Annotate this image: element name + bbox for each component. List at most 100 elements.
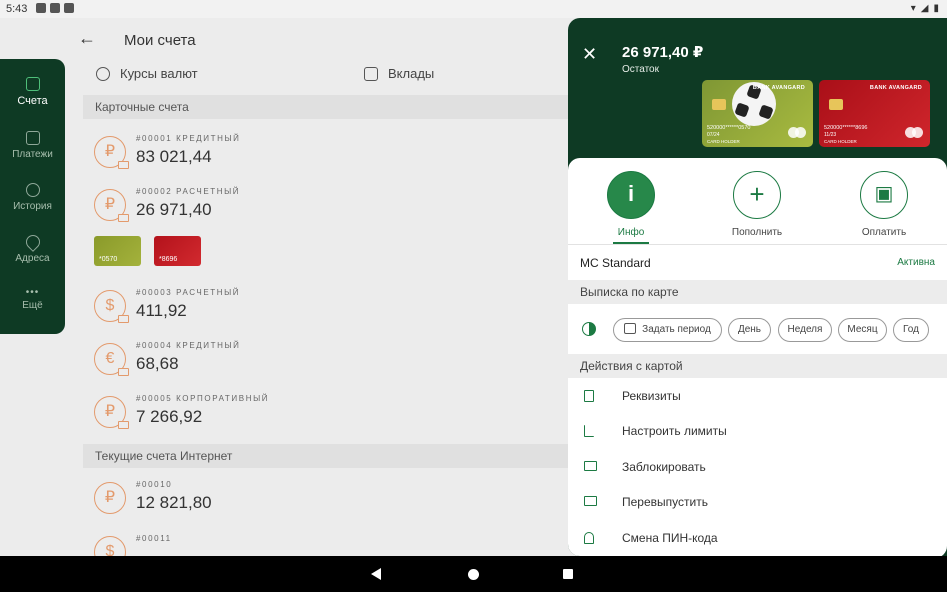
account-amount: 83 021,44 <box>136 147 212 166</box>
wifi-icon: ▾ <box>910 3 916 14</box>
account-item[interactable]: € #00004 КРЕДИТНЫЙ 68,68 <box>94 339 574 389</box>
filter-month-button[interactable]: Месяц <box>838 318 887 342</box>
status-time: 5:43 <box>6 3 28 15</box>
card-expiry: 07/24 <box>707 132 720 138</box>
status-bar: 5:43 ▾ ◢ ▮ <box>0 0 947 18</box>
account-amount: 12 821,80 <box>136 493 212 512</box>
sidebar-item-accounts[interactable]: Счета <box>0 77 65 107</box>
account-item[interactable]: $ #00011 <box>94 532 574 556</box>
account-number: #00003 РАСЧЕТНЫЙ <box>136 288 241 297</box>
section-header-card-accounts: Карточные счета <box>83 95 583 119</box>
card-action-details[interactable]: Реквизиты <box>568 379 947 414</box>
pie-chart-icon[interactable] <box>582 322 596 336</box>
sidebar-item-payments[interactable]: Платежи <box>0 131 65 160</box>
filter-year-button[interactable]: Год <box>893 318 929 342</box>
sidebar-item-label: Счета <box>17 95 48 107</box>
mini-card[interactable]: *0570 <box>94 236 141 266</box>
filter-week-button[interactable]: Неделя <box>778 318 832 342</box>
sidebar-item-addresses[interactable]: Адреса <box>0 232 65 264</box>
nav-home-icon[interactable] <box>468 569 479 580</box>
wallet-icon <box>25 131 40 145</box>
bank-card[interactable]: BANK AVANGARD 520000******0570 07/24 CAR… <box>702 80 813 147</box>
dollar-account-icon: $ <box>94 536 126 556</box>
divider <box>568 244 947 245</box>
nav-label: Курсы валют <box>120 66 198 81</box>
account-amount: 7 266,92 <box>136 407 203 426</box>
filter-day-button[interactable]: День <box>728 318 771 342</box>
card-action-label: Смена ПИН-кода <box>622 531 718 545</box>
card-number: 520000******8696 <box>824 125 868 131</box>
card-reissue-icon <box>584 496 597 506</box>
account-number: #00010 <box>136 480 173 489</box>
account-number: #00005 КОРПОРАТИВНЫЙ <box>136 394 270 403</box>
ruble-account-icon: ₽ <box>94 396 129 429</box>
account-item[interactable]: ₽ #00001 КРЕДИТНЫЙ 83 021,44 <box>94 132 574 182</box>
account-number: #00002 РАСЧЕТНЫЙ <box>136 187 241 196</box>
action-label: Оплатить <box>861 227 907 238</box>
sidebar-item-label: Ещё <box>22 300 43 311</box>
limit-icon <box>584 425 594 437</box>
nav-deposits[interactable]: Вклады <box>364 66 434 81</box>
account-item[interactable]: ₽ #00010 12 821,80 <box>94 478 574 528</box>
card-action-label: Заблокировать <box>622 460 706 474</box>
nav-back-icon[interactable] <box>371 568 381 580</box>
dollar-account-icon: $ <box>94 290 129 323</box>
euro-account-icon: € <box>94 343 129 376</box>
nav-currency-rates[interactable]: Курсы валют <box>96 66 198 81</box>
card-action-limits[interactable]: Настроить лимиты <box>568 414 947 449</box>
card-chip-icon <box>712 99 726 110</box>
account-item[interactable]: $ #00003 РАСЧЕТНЫЙ 411,92 <box>94 286 574 336</box>
card-detail-panel: ✕ 26 971,40 ₽ Остаток BANK AVANGARD 5200… <box>568 18 947 556</box>
card-action-label: Настроить лимиты <box>622 424 727 438</box>
arrow-left-icon[interactable]: ← <box>78 28 96 49</box>
action-top-up[interactable]: + Пополнить <box>717 171 797 238</box>
ruble-account-icon: ₽ <box>94 136 129 169</box>
info-icon: i <box>607 171 655 219</box>
battery-icon: ▮ <box>933 3 939 14</box>
account-number: #00004 КРЕДИТНЫЙ <box>136 341 241 350</box>
card-lock-icon <box>584 461 597 471</box>
account-item[interactable]: ₽ #00005 КОРПОРАТИВНЫЙ 7 266,92 <box>94 392 574 442</box>
card-bank-name: BANK AVANGARD <box>869 85 922 91</box>
card-action-change-pin[interactable]: Смена ПИН-кода <box>568 521 947 556</box>
plus-icon: + <box>733 171 781 219</box>
lock-icon <box>584 532 594 544</box>
action-pay[interactable]: ▣ Оплатить <box>844 171 924 238</box>
section-header-internet-accounts: Текущие счета Интернет <box>83 444 583 468</box>
account-item[interactable]: ₽ #00002 РАСЧЕТНЫЙ 26 971,40 <box>94 185 574 235</box>
mastercard-logo <box>788 127 806 138</box>
card-expiry: 11/23 <box>824 132 837 138</box>
sidebar-item-more[interactable]: ••• Ещё <box>0 287 65 311</box>
card-product-name: MC Standard <box>580 256 651 270</box>
status-notification-icons <box>36 3 74 13</box>
account-amount: 411,92 <box>136 301 187 320</box>
account-number: #00001 КРЕДИТНЫЙ <box>136 134 241 143</box>
card-number: 520000******0570 <box>707 125 751 131</box>
nav-recents-icon[interactable] <box>563 569 573 579</box>
card-action-block[interactable]: Заблокировать <box>568 450 947 485</box>
action-info[interactable]: i Инфо <box>591 171 671 238</box>
card-action-reissue[interactable]: Перевыпустить <box>568 485 947 520</box>
card-action-label: Реквизиты <box>622 389 681 403</box>
account-amount: 26 971,40 <box>136 200 212 219</box>
sidebar-item-label: Платежи <box>12 149 53 160</box>
sidebar: Счета Платежи История Адреса ••• Ещё <box>0 59 65 334</box>
notification-icon <box>64 3 74 13</box>
close-icon[interactable]: ✕ <box>582 44 597 65</box>
section-header-card-actions: Действия с картой <box>568 354 947 378</box>
sidebar-item-history[interactable]: История <box>0 183 65 212</box>
signal-icon: ◢ <box>920 3 929 14</box>
status-system-icons: ▾ ◢ ▮ <box>911 3 939 14</box>
section-header-statement: Выписка по карте <box>568 280 947 304</box>
calendar-icon <box>624 322 637 334</box>
set-period-button[interactable]: Задать период <box>613 318 722 342</box>
ruble-account-icon: ₽ <box>94 482 126 514</box>
notification-icon <box>36 3 46 13</box>
panel-balance: 26 971,40 ₽ <box>622 44 704 61</box>
panel-balance-label: Остаток <box>622 64 659 75</box>
document-icon <box>584 390 594 402</box>
bank-card[interactable]: BANK AVANGARD 520000******8696 11/23 CAR… <box>819 80 930 147</box>
account-number: #00011 <box>136 534 172 543</box>
account-amount: 68,68 <box>136 354 179 373</box>
mini-card[interactable]: *8696 <box>154 236 201 266</box>
